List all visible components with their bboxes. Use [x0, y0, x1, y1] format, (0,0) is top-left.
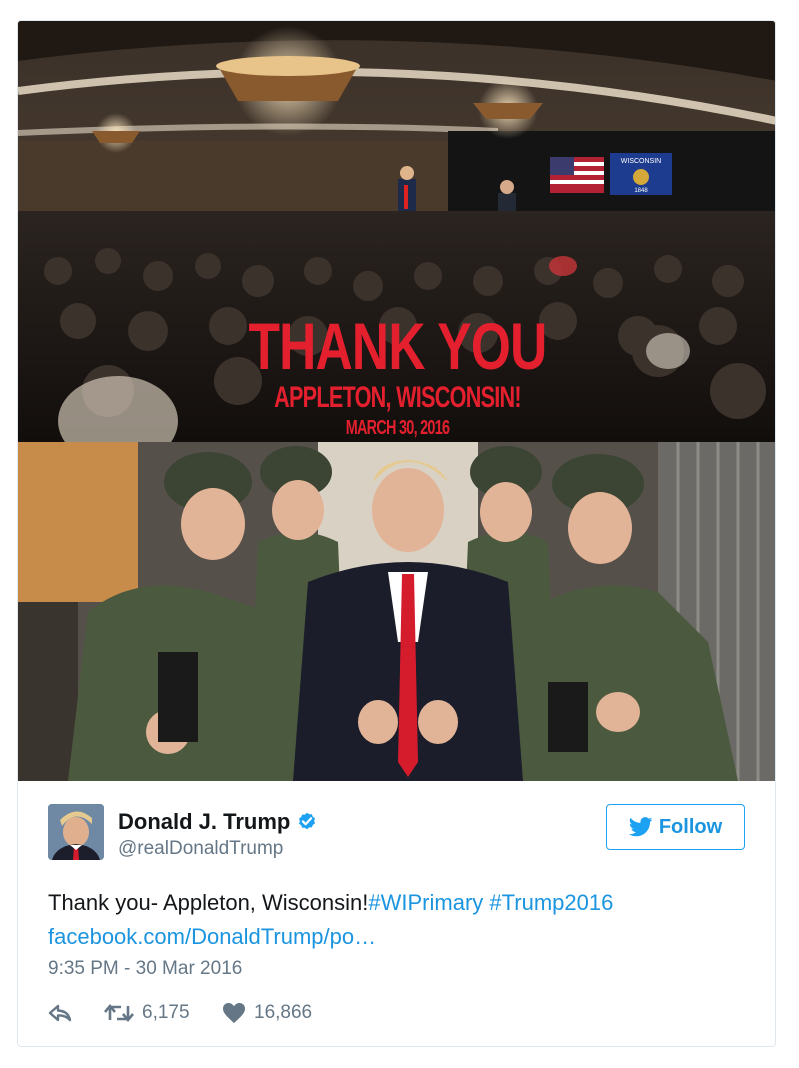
author-handle[interactable]: @realDonaldTrump [118, 838, 283, 860]
retweet-count: 6,175 [142, 1002, 190, 1023]
reply-button[interactable] [48, 999, 72, 1027]
rally-photo[interactable]: WISCONSIN 1848 THANK YOU APPLETON, WISCO… [18, 21, 775, 442]
tweet-text: Thank you- Appleton, Wisconsin!#WIPrimar… [48, 886, 748, 954]
retweet-button[interactable]: 6,175 [104, 999, 190, 1027]
heart-icon [223, 1003, 245, 1023]
reply-icon [48, 1004, 72, 1022]
hashtag-wiprimary[interactable]: #WIPrimary [368, 890, 483, 915]
overlay-date: MARCH 30, 2016 [345, 417, 450, 439]
author-name[interactable]: Donald J. Trump [118, 809, 318, 835]
twitter-bird-icon [628, 817, 653, 837]
group-photo[interactable] [18, 442, 775, 781]
author-name-text[interactable]: Donald J. Trump [118, 809, 290, 834]
follow-button[interactable]: Follow [606, 804, 745, 850]
tweet-timestamp[interactable]: 9:35 PM - 30 Mar 2016 [48, 958, 242, 980]
tweet-card: WISCONSIN 1848 THANK YOU APPLETON, WISCO… [17, 20, 776, 1047]
tweet-link[interactable]: facebook.com/DonaldTrump/po… [48, 924, 376, 949]
overlay-location: APPLETON, WISCONSIN! [274, 381, 522, 414]
avatar[interactable] [48, 804, 104, 860]
follow-button-label: Follow [658, 815, 723, 838]
banner-year: 1848 [634, 188, 648, 194]
like-count: 16,866 [254, 1002, 313, 1023]
like-button[interactable]: 16,866 [222, 999, 312, 1027]
overlay-thank-you: THANK YOU [248, 309, 547, 383]
tweet-body: Thank you- Appleton, Wisconsin! [48, 890, 369, 915]
banner-text: WISCONSIN [621, 158, 661, 165]
tweet-actions: 6,175 16,866 [48, 999, 548, 1027]
verified-icon [299, 812, 316, 830]
tweet-media[interactable]: WISCONSIN 1848 THANK YOU APPLETON, WISCO… [18, 21, 775, 781]
retweet-icon [104, 1003, 134, 1023]
hashtag-trump2016[interactable]: #Trump2016 [489, 890, 613, 915]
